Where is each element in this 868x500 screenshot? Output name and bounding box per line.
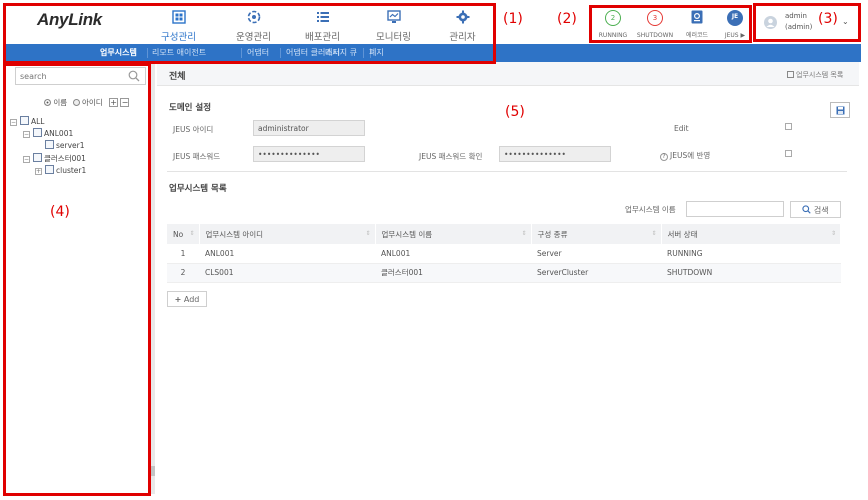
sort-icon: ⇕ [521, 230, 527, 237]
list-icon [787, 71, 794, 78]
domain-settings-heading: 도메인 설정 [169, 103, 212, 113]
edit-checkbox[interactable] [785, 123, 792, 130]
jeus-password-confirm-field[interactable]: •••••••••••••• [499, 146, 611, 162]
save-icon [836, 106, 845, 115]
annotation-label-3: (3) [818, 11, 838, 27]
column-system-name[interactable]: 업무시스템 이름 ⇕ [375, 224, 532, 244]
column-system-id[interactable]: 업무시스템 아이디 ⇕ [199, 224, 376, 244]
cell-server-status: RUNNING [661, 244, 841, 264]
cell-config-type: ServerCluster [531, 263, 661, 283]
edit-label: Edit [674, 124, 689, 133]
jeus-id-field[interactable]: administrator [253, 120, 365, 136]
cell-system-name: 클러스터001 [375, 263, 531, 283]
cell-system-id: CLS001 [199, 263, 375, 283]
plus-icon: + [174, 295, 182, 304]
save-button[interactable] [830, 102, 850, 118]
search-button-label: 검색 [813, 206, 829, 215]
jeus-password-label: JEUS 패스워드 [173, 152, 221, 161]
sidebar-scrollbar[interactable] [151, 62, 155, 494]
column-no[interactable]: No ⇕ [167, 224, 200, 244]
apply-jeus-checkbox[interactable] [785, 150, 792, 157]
column-server-status[interactable]: 서버 상태 ⇕ [661, 224, 841, 244]
main-content: 전체 업무시스템 목록 도메인 설정 JEUS 아이디 administrato… [157, 62, 859, 494]
annotation-box-3 [753, 3, 861, 42]
table-header-row: No ⇕ 업무시스템 아이디 ⇕ 업무시스템 이름 ⇕ 구성 종류 ⇕ 서버 상태 ⇕ [167, 224, 841, 244]
annotation-box-4 [3, 63, 151, 496]
table-row[interactable]: 1 ANL001 ANL001 Server RUNNING [167, 244, 841, 264]
jeus-password-field[interactable]: •••••••••••••• [253, 146, 365, 162]
annotation-box-2 [589, 5, 752, 43]
cell-server-status: SHUTDOWN [661, 263, 841, 283]
search-icon [802, 205, 812, 214]
cell-system-name: ANL001 [375, 244, 531, 264]
search-button[interactable]: 검색 [790, 201, 841, 218]
annotation-box-1 [3, 3, 496, 64]
cell-no: 2 [167, 263, 199, 283]
sort-icon: ⇕ [365, 230, 371, 237]
add-button-label: Add [183, 295, 200, 304]
filter-name-label: 업무시스템 이름 [625, 205, 676, 214]
sort-icon: ⇕ [189, 230, 195, 237]
annotation-label-1: (1) [503, 11, 523, 27]
apply-jeus-info: ? JEUS에 반영 [660, 150, 710, 161]
apply-jeus-label: JEUS에 반영 [670, 151, 711, 160]
sort-icon: ⇕ [651, 230, 657, 237]
business-system-list-heading: 업무시스템 목록 [169, 184, 227, 194]
table-row[interactable]: 2 CLS001 클러스터001 ServerCluster SHUTDOWN [167, 263, 841, 283]
cell-system-id: ANL001 [199, 244, 375, 264]
filter-name-input[interactable] [686, 201, 784, 217]
sort-icon: ⇕ [830, 230, 836, 237]
annotation-label-2: (2) [557, 11, 577, 27]
add-button[interactable]: + Add [167, 291, 207, 307]
cell-config-type: Server [531, 244, 661, 264]
annotation-label-5: (5) [505, 104, 525, 120]
section-divider [167, 171, 847, 172]
cell-no: 1 [167, 244, 199, 264]
business-system-table: No ⇕ 업무시스템 아이디 ⇕ 업무시스템 이름 ⇕ 구성 종류 ⇕ 서버 상태 ⇕ 1… [167, 224, 841, 283]
jeus-password-confirm-label: JEUS 패스워드 확인 [419, 152, 483, 161]
main-title-bar: 전체 업무시스템 목록 [157, 62, 859, 86]
help-icon[interactable]: ? [660, 153, 668, 161]
jeus-id-label: JEUS 아이디 [173, 125, 214, 134]
column-config-type[interactable]: 구성 종류 ⇕ [531, 224, 662, 244]
list-link[interactable]: 업무시스템 목록 [787, 70, 843, 80]
list-link-label: 업무시스템 목록 [796, 71, 844, 79]
page-title: 전체 [169, 72, 186, 82]
annotation-label-4: (4) [50, 204, 70, 220]
